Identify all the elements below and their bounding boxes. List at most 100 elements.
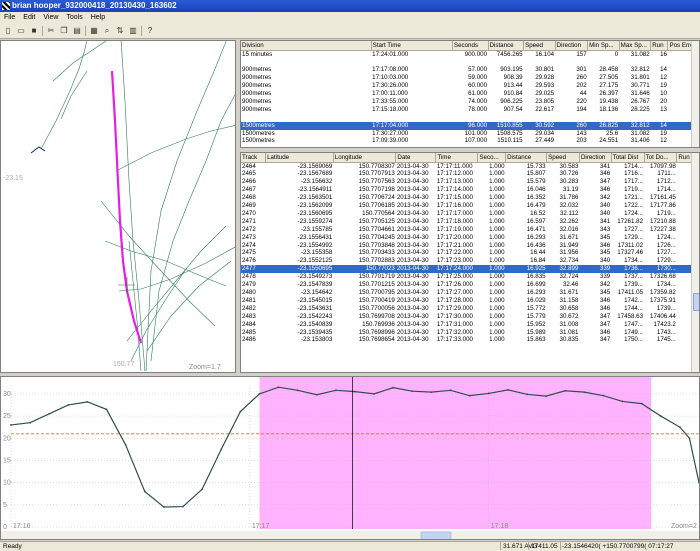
splits-row[interactable]: 1500metres 17:09:39.000 107.000 1510.115 27.… [241,137,699,145]
tracks-row[interactable]: 2485 -23.1539435 150.7698996 2013-04-30 17:1… [241,329,699,337]
tracks-row[interactable]: 2475 -23.155358 150.7703433 2013-04-30 17:17… [241,249,699,257]
tracks-grid[interactable]: Track Latitude Longitude Date Time Seco... Dis… [240,152,700,373]
help-icon[interactable]: ? [145,26,155,36]
tracks-row[interactable]: 2486 -23.153803 150.7698654 2013-04-30 17:17… [241,336,699,344]
menu-edit[interactable]: Edit [19,12,39,23]
tracks-row[interactable]: 2479 -23.1547839 150.7701215 2013-04-30 17:1… [241,281,699,289]
bars-icon[interactable]: ▥ [128,26,138,36]
splits-col-3[interactable]: Distance [488,41,525,51]
menu-file[interactable]: File [0,12,19,23]
tracks-col-10[interactable]: Tot Do... [644,153,678,163]
open-icon[interactable]: ▭ [16,26,26,36]
splits-cell: 17:15:18.000 [372,105,409,113]
tracks-row[interactable]: 2478 -23.1549273 150.7701719 2013-04-30 17:1… [241,273,699,281]
tracks-row[interactable]: 2480 -23.154642 150.7700795 2013-04-30 17:17… [241,289,699,297]
tracks-cell: 150.7700795 [358,289,395,296]
tracks-col-7[interactable]: Speed [546,153,580,163]
splits-row[interactable] [241,58,699,66]
save-icon[interactable]: ■ [29,26,39,36]
speed-point [526,393,528,396]
splits-row[interactable]: 900metres 17:33:55.000 74.000 906.225 23.805… [241,98,699,106]
splits-row[interactable]: 900metres 17:17:08.000 57.000 903.195 30.801… [241,66,699,74]
speed-chart-canvas[interactable]: 30 25 20 15 10 5 0 17:16 17:17 17:18 Zoom=2 [1,377,700,540]
tracks-row[interactable]: 2484 -23.1540839 150.769936 2013-04-30 17:17… [241,321,699,329]
new-icon[interactable]: ▯ [3,26,13,36]
chart-hscroll-thumb[interactable] [420,531,452,540]
tracks-col-2[interactable]: Longitude [333,153,397,163]
menu-view[interactable]: View [39,12,62,23]
tracks-col-3[interactable]: Date [395,153,437,163]
tracks-cell: 150.7708307 [358,162,395,170]
splits-col-8[interactable]: Run [650,41,669,51]
find-icon[interactable]: ⌕ [102,26,112,36]
y-tick-label: 30 [3,391,11,398]
tracks-row[interactable]: 2473 -23.1556431 150.7704245 2013-04-30 17:1… [241,234,699,242]
tracks-row[interactable]: 2465 -23.1567689 150.7707913 2013-04-30 17:1… [241,170,699,178]
map-canvas[interactable] [1,41,236,373]
tracks-row[interactable]: 2477 -23.1550695 150.77023 2013-04-30 17:17:… [241,265,699,274]
tracks-cell: 346 [599,304,611,312]
splits-row[interactable]: 1500metres 17:17:04.000 96.000 1510.855 30.5… [241,121,699,130]
splits-row[interactable]: 15 minutes 17:24:01.000 900.000 7456.265 16.… [241,50,699,58]
tracks-cell: 31.671 [559,289,579,296]
tracks-row[interactable]: 2469 -23.1562099 150.7706185 2013-04-30 17:1… [241,202,699,210]
tracks-row[interactable]: 2476 -23.1552125 150.7702883 2013-04-30 17:1… [241,257,699,265]
splits-row[interactable]: 900metres 17:10:03.000 59.000 908.39 29.928 2… [241,74,699,82]
print-icon[interactable]: ▦ [89,26,99,36]
tracks-col-6[interactable]: Distance [505,153,548,163]
tracks-row[interactable]: 2470 -23.1560695 150.770564 2013-04-30 17:17… [241,210,699,218]
cut-icon[interactable]: ✂ [46,26,56,36]
splits-col-1[interactable]: Start Time [371,41,453,51]
tracks-cell: 346 [599,296,611,304]
splits-scrollbar[interactable] [691,41,699,147]
paste-icon[interactable]: ▤ [72,26,82,36]
tracks-row[interactable]: 2474 -23.1554992 150.7703848 2013-04-30 17:1… [241,242,699,250]
tracks-row[interactable]: 2464 -23.1569069 150.7708307 2013-04-30 17:1… [241,162,699,170]
tracks-cell: 16.84 [530,257,546,265]
tracks-row[interactable]: 2472 -23.155785 150.7704661 2013-04-30 17:17… [241,226,699,234]
splits-cell [452,114,488,122]
tracks-row[interactable]: 2468 -23.1563501 150.7706724 2013-04-30 17:1… [241,194,699,202]
speed-point [48,412,51,415]
splits-col-5[interactable]: Direction [555,41,589,51]
tracks-row[interactable]: 2482 -23.1543631 150.7700056 2013-04-30 17:1… [241,305,699,313]
tracks-row[interactable]: 2467 -23.1564911 150.7707198 2013-04-30 17:1… [241,186,699,194]
selection-highlight[interactable] [259,377,652,529]
copy-icon[interactable]: ❐ [59,26,69,36]
menu-help[interactable]: Help [87,12,109,23]
tracks-row[interactable]: 2466 -23.156632 150.7707563 2013-04-30 17:17… [241,178,699,186]
tracks-cell: 150.770564 [362,209,395,217]
tracks-row[interactable]: 2481 -23.1545015 150.7700419 2013-04-30 17:1… [241,297,699,305]
tracks-cell: 16.293 [526,233,546,241]
highlighted-track[interactable] [110,70,143,344]
tracks-row[interactable]: 2483 -23.1542243 150.7699708 2013-04-30 17:1… [241,313,699,321]
splits-grid[interactable]: Division Start Time Seconds Distance Speed Di… [240,40,700,148]
speed-chart[interactable]: 30 25 20 15 10 5 0 17:16 17:17 17:18 Zoom=2 [0,376,700,540]
sort-icon[interactable]: ⇅ [115,26,125,36]
tracks-col-1[interactable]: Latitude [265,153,334,163]
tracks-col-5[interactable]: Seco... [477,153,507,163]
track-map[interactable]: -23.15 150.77 Zoom=1.7 [0,40,236,373]
splits-row[interactable]: 900metres 17:15:18.000 78.000 907.54 22.617 1… [241,106,699,114]
splits-row[interactable]: 1500metres 17:30:27.000 101.000 1508.575 29.… [241,130,699,138]
tracks-cell: 2013-04-30 [396,202,429,210]
splits-row[interactable]: 900metres 17:00:11.000 61.000 910.84 29.025 4… [241,90,699,98]
splits-col-6[interactable]: Min Sp... [587,41,620,51]
tracks-col-8[interactable]: Direction [579,153,612,163]
menu-tools[interactable]: Tools [62,12,86,23]
splits-row[interactable] [241,114,699,122]
splits-col-4[interactable]: Speed [523,41,556,51]
splits-col-2[interactable]: Seconds [452,41,489,51]
tracks-scrollbar[interactable] [691,153,699,372]
splits-row[interactable]: 900metres 17:30:26.000 60.000 913.44 29.593 2… [241,82,699,90]
tracks-col-0[interactable]: Track [241,153,267,163]
splits-col-0[interactable]: Division [241,41,372,51]
tracks-col-9[interactable]: Total Dist [611,153,645,163]
tracks-cell: 2013-04-30 [396,257,429,265]
tracks-col-4[interactable]: Time [435,153,479,163]
chart-hscrollbar[interactable] [1,531,700,540]
tracks-scroll-thumb[interactable] [693,293,699,311]
tracks-row[interactable]: 2471 -23.1559274 150.7705125 2013-04-30 17:1… [241,218,699,226]
splits-col-7[interactable]: Max Sp... [619,41,652,51]
splits-cell: 17:30:27.000 [372,129,409,137]
